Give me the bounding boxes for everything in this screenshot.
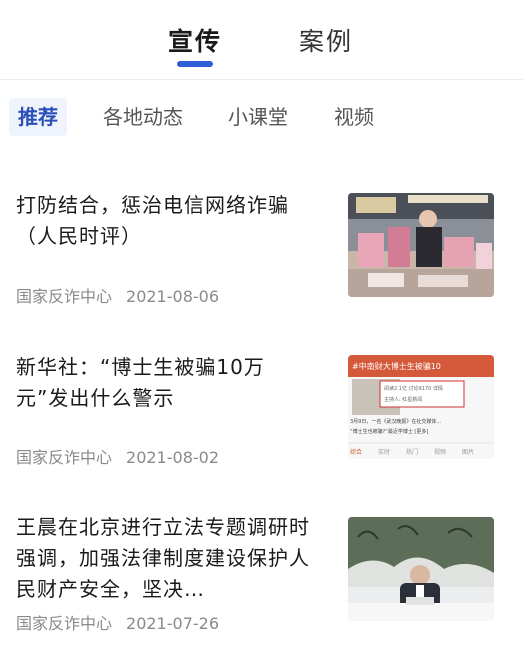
tab-cases[interactable]: 案例 [299, 22, 353, 58]
active-tab-indicator [177, 61, 213, 67]
category-tab-bar: 推荐 各地动态 小课堂 视频 [0, 98, 523, 138]
thumb-tab: 综合 [350, 448, 362, 456]
thumb-stats: 阅读2.1亿 讨论9170 详情 [384, 385, 443, 392]
thumb-body-line-2: “博士生也被骗?”最近学博士 [更多] [350, 428, 428, 435]
news-thumbnail: #中南财大博士生被骗10 阅读2.1亿 讨论9170 详情 主持人: 红星新闻 … [348, 355, 494, 459]
news-meta: 国家反诈中心 2021-08-02 [16, 444, 219, 468]
news-item[interactable]: 新华社：“博士生被骗10万元”发出什么警示 国家反诈中心 2021-08-02 #… [0, 352, 523, 502]
news-thumbnail [348, 193, 494, 297]
thumb-tab: 热门 [406, 448, 418, 456]
news-item[interactable]: 打防结合，惩治电信网络诈骗（人民时评） 国家反诈中心 2021-08-06 [0, 190, 523, 340]
news-meta: 国家反诈中心 2021-07-26 [16, 610, 219, 634]
category-tab-video[interactable]: 视频 [334, 98, 374, 136]
top-tab-bar: 宣传 案例 [0, 0, 523, 80]
news-date: 2021-08-06 [126, 287, 219, 306]
news-item[interactable]: 王晨在北京进行立法专题调研时强调，加强法律制度建设保护人民财产安全，坚决… 国家… [0, 512, 523, 651]
news-thumbnail-image [348, 193, 494, 297]
category-tab-mini-class[interactable]: 小课堂 [228, 98, 288, 136]
thumb-host: 主持人: 红星新闻 [384, 396, 422, 403]
news-thumbnail-image: #中南财大博士生被骗10 阅读2.1亿 讨论9170 详情 主持人: 红星新闻 … [348, 355, 494, 459]
news-date: 2021-07-26 [126, 614, 219, 633]
news-title: 王晨在北京进行立法专题调研时强调，加强法律制度建设保护人民财产安全，坚决… [16, 515, 310, 601]
news-source: 国家反诈中心 [16, 448, 113, 467]
thumb-body-line-1: 3月9日，一名《武汉晚报》在社交媒体... [350, 418, 442, 425]
news-title: 新华社：“博士生被骗10万元”发出什么警示 [16, 355, 265, 410]
news-thumbnail [348, 517, 494, 621]
news-thumbnail-image [348, 517, 494, 621]
news-source: 国家反诈中心 [16, 614, 113, 633]
thumb-tab: 视频 [434, 448, 446, 456]
thumb-tab: 图片 [462, 448, 474, 456]
news-date: 2021-08-02 [126, 448, 219, 467]
thumb-headline: #中南财大博士生被骗10 [352, 361, 441, 371]
news-source: 国家反诈中心 [16, 287, 113, 306]
category-tab-recommended[interactable]: 推荐 [9, 98, 67, 136]
news-title: 打防结合，惩治电信网络诈骗（人民时评） [16, 193, 289, 248]
category-tab-regional-news[interactable]: 各地动态 [103, 98, 183, 136]
thumb-tab: 实时 [378, 448, 390, 456]
news-meta: 国家反诈中心 2021-08-06 [16, 283, 219, 307]
tab-publicity[interactable]: 宣传 [168, 22, 222, 58]
